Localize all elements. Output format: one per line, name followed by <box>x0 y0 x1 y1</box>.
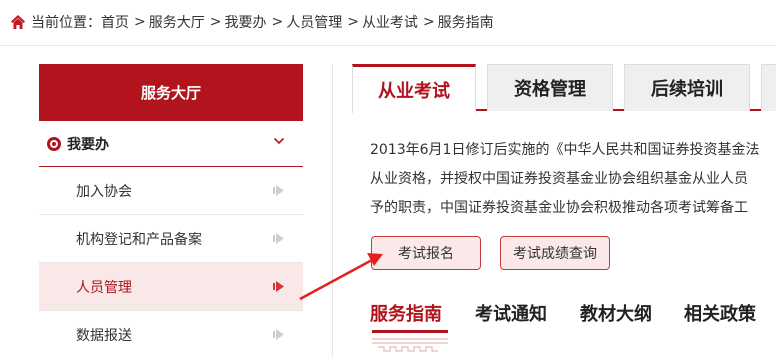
sidebar-item-label: 人员管理 <box>76 279 132 296</box>
column-divider <box>332 64 333 357</box>
arrow-right-icon <box>273 329 284 340</box>
exam-register-button[interactable]: 考试报名 <box>371 236 481 270</box>
breadcrumb-item-exam[interactable]: 从业考试 <box>362 12 418 32</box>
breadcrumb-prefix: 当前位置： <box>31 15 101 31</box>
radio-icon <box>47 136 61 151</box>
sub-nav-guide[interactable]: 服务指南 <box>370 300 442 326</box>
intro-line: 从业资格，并授权中国证券投资基金业协会组织基金从业人员 <box>370 171 748 187</box>
chevron-down-icon[interactable] <box>273 135 285 147</box>
breadcrumb-divider <box>0 45 776 46</box>
arrow-right-icon <box>273 233 284 244</box>
sidebar-item-join-association[interactable]: 加入协会 <box>39 167 303 215</box>
breadcrumb-separator: > <box>271 14 284 30</box>
sub-nav-policy[interactable]: 相关政策 <box>684 300 756 326</box>
tab-exam[interactable]: 从业考试 <box>352 64 476 113</box>
sidebar-item-label: 加入协会 <box>76 183 132 200</box>
breadcrumb-separator: > <box>347 14 359 30</box>
home-icon <box>11 15 25 29</box>
sidebar-item-personnel-management[interactable]: 人员管理 <box>39 263 303 311</box>
sub-nav-active-underline <box>372 330 448 333</box>
sidebar-group-label: 我要办 <box>67 136 109 153</box>
breadcrumb-item-service-hall[interactable]: 服务大厅 <box>149 12 205 32</box>
arrow-right-icon <box>273 185 284 196</box>
ornament-icon <box>372 338 448 352</box>
sidebar-item-label: 数据报送 <box>76 327 132 344</box>
tab-more[interactable] <box>761 64 776 111</box>
sidebar: 服务大厅 我要办 加入协会 机构登记和产品备案 人员管理 数据报送 <box>39 64 303 357</box>
tab-qualification[interactable]: 资格管理 <box>487 64 613 111</box>
sidebar-item-label: 机构登记和产品备案 <box>76 231 202 248</box>
breadcrumb-separator: > <box>209 14 222 30</box>
score-query-button[interactable]: 考试成绩查询 <box>500 236 610 270</box>
arrow-right-icon <box>273 281 284 292</box>
sub-nav-notice[interactable]: 考试通知 <box>475 300 547 326</box>
sub-nav-syllabus[interactable]: 教材大纲 <box>580 300 652 326</box>
sidebar-item-registration-filing[interactable]: 机构登记和产品备案 <box>39 215 303 263</box>
intro-text: 2013年6月1日修订后实施的《中华人民共和国证券投资基金法 从业资格，并授权中… <box>370 136 776 223</box>
breadcrumb-item-personnel[interactable]: 人员管理 <box>286 12 342 32</box>
tab-bar: 从业考试 资格管理 后续培训 <box>352 64 776 113</box>
sidebar-header[interactable]: 服务大厅 <box>39 64 303 121</box>
tab-training[interactable]: 后续培训 <box>624 64 750 111</box>
intro-line: 予的职责，中国证券投资基金业协会积极推动各项考试筹备工 <box>370 200 748 216</box>
breadcrumb: 当前位置： 首页 > 服务大厅 > 我要办 > 人员管理 > 从业考试 > 服务… <box>10 10 494 34</box>
intro-line: 2013年6月1日修订后实施的《中华人民共和国证券投资基金法 <box>370 142 760 158</box>
sidebar-item-data-reporting[interactable]: 数据报送 <box>39 311 303 357</box>
sidebar-group-todo[interactable]: 我要办 <box>39 121 303 167</box>
breadcrumb-separator: > <box>422 14 435 30</box>
breadcrumb-item-guide[interactable]: 服务指南 <box>438 12 494 32</box>
breadcrumb-item-home[interactable]: 首页 <box>101 12 129 32</box>
breadcrumb-item-todo[interactable]: 我要办 <box>224 12 266 32</box>
breadcrumb-separator: > <box>134 14 146 30</box>
